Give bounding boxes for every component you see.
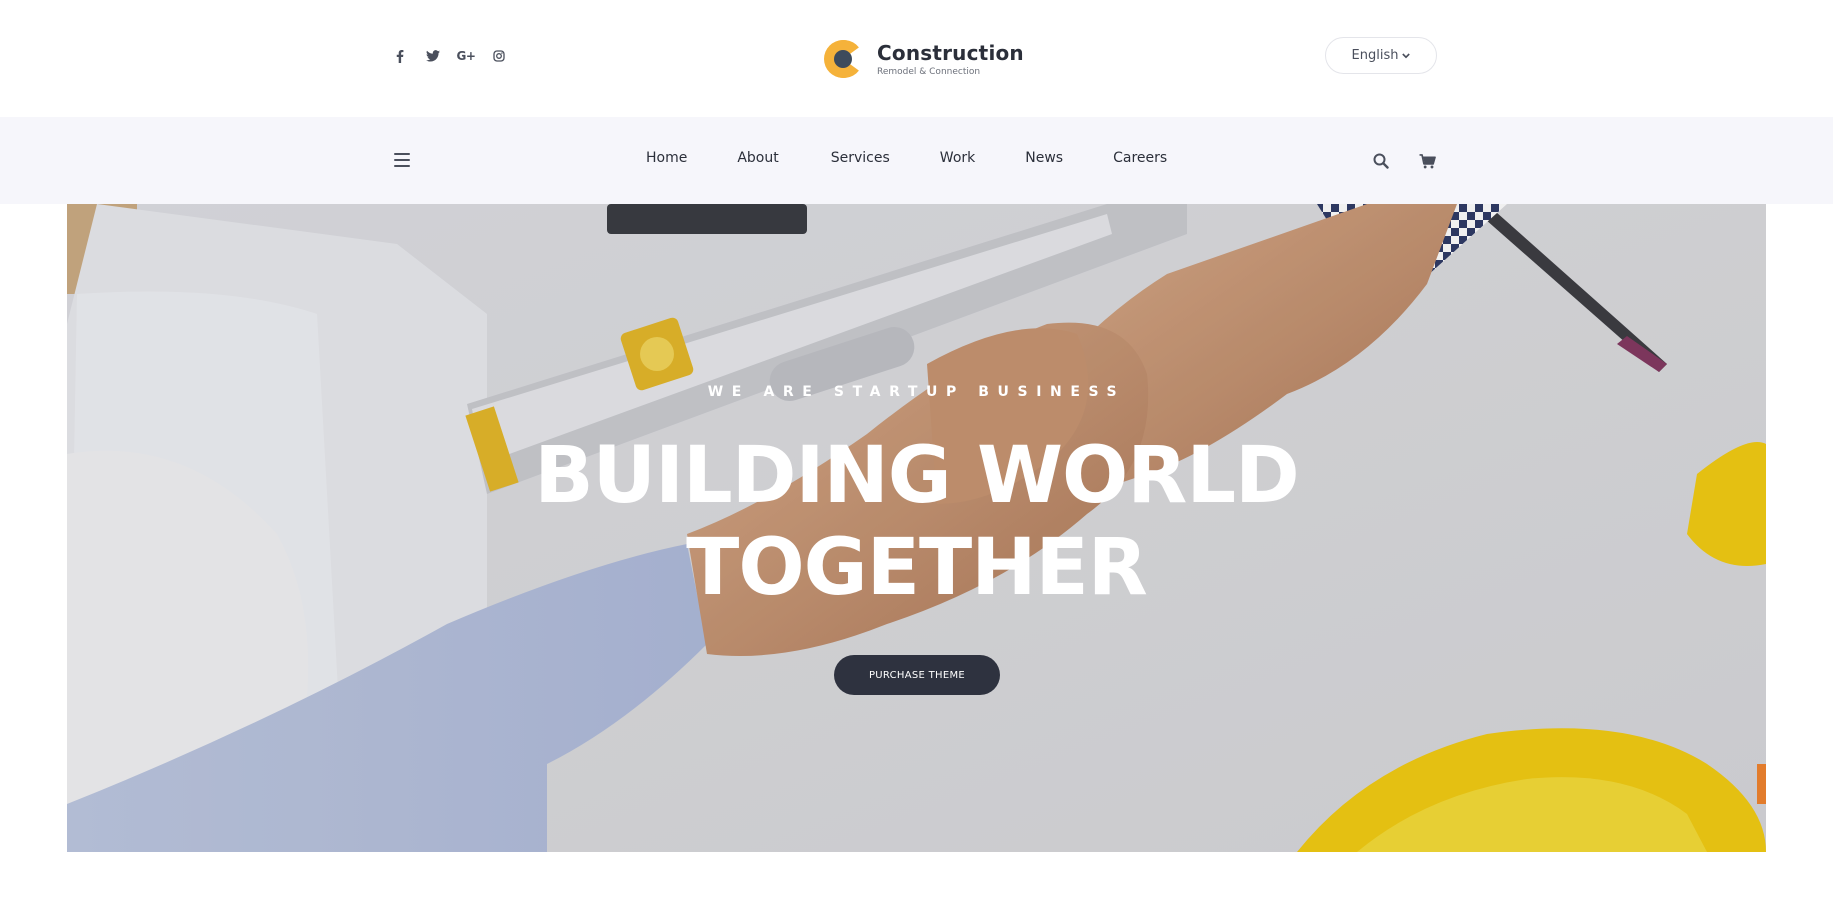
language-selector[interactable]: English: [1325, 37, 1437, 74]
google-plus-glyph: G+: [456, 49, 476, 63]
facebook-icon[interactable]: [392, 48, 408, 64]
nav-item-about[interactable]: About: [737, 150, 778, 166]
nav-item-home[interactable]: Home: [646, 150, 687, 166]
hero-content: WE ARE STARTUP BUSINESS BUILDING WORLD T…: [67, 204, 1766, 852]
search-icon[interactable]: [1372, 152, 1390, 170]
chevron-down-icon: [1402, 52, 1411, 59]
site-logo[interactable]: Construction Remodel & Connection: [821, 37, 1024, 81]
purchase-theme-button[interactable]: PURCHASE THEME: [834, 655, 1000, 695]
hamburger-menu-icon[interactable]: [394, 153, 410, 167]
twitter-icon[interactable]: [425, 48, 441, 64]
hero-tagline: WE ARE STARTUP BUSINESS: [707, 384, 1126, 400]
language-selected-label: English: [1351, 48, 1399, 63]
nav-actions: [1372, 152, 1436, 170]
google-plus-icon[interactable]: G+: [456, 48, 476, 64]
nav-item-services[interactable]: Services: [831, 150, 890, 166]
social-links: G+: [392, 48, 507, 64]
hero-banner: WE ARE STARTUP BUSINESS BUILDING WORLD T…: [67, 204, 1766, 852]
logo-title: Construction: [877, 40, 1024, 65]
hero-headline-line1: BUILDING WORLD: [534, 431, 1300, 521]
logo-mark-icon: [821, 37, 865, 81]
hero-headline: BUILDING WORLD TOGETHER: [67, 430, 1766, 614]
cart-icon[interactable]: [1418, 152, 1436, 170]
nav-item-work[interactable]: Work: [940, 150, 975, 166]
logo-text: Construction Remodel & Connection: [877, 41, 1024, 78]
logo-subtitle: Remodel & Connection: [877, 66, 981, 77]
main-menu: Home About Services Work News Careers: [646, 150, 1167, 166]
instagram-icon[interactable]: [491, 48, 507, 64]
hero-headline-line2: TOGETHER: [686, 523, 1148, 613]
top-header: G+ Construction Remodel & Connection Eng…: [0, 0, 1833, 117]
nav-item-news[interactable]: News: [1025, 150, 1063, 166]
main-navbar: Home About Services Work News Careers: [0, 117, 1833, 204]
nav-item-careers[interactable]: Careers: [1113, 150, 1167, 166]
